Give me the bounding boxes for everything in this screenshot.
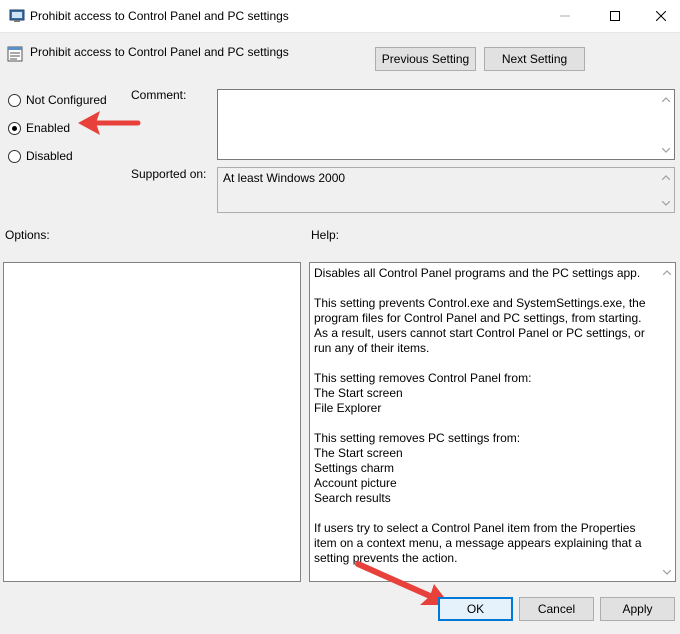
radio-button[interactable] xyxy=(8,93,21,107)
comment-textbox[interactable] xyxy=(217,89,675,160)
radio-label: Disabled xyxy=(26,149,73,163)
comment-scrollbar[interactable] xyxy=(658,90,674,159)
next-setting-button[interactable]: Next Setting xyxy=(484,47,585,71)
options-label: Options: xyxy=(5,228,50,242)
policy-window-icon xyxy=(9,9,25,22)
help-scrollbar[interactable] xyxy=(659,263,675,581)
options-panel[interactable] xyxy=(3,262,301,582)
help-label: Help: xyxy=(311,228,340,242)
help-panel[interactable]: Disables all Control Panel programs and … xyxy=(309,262,676,582)
supported-on-value: At least Windows 2000 xyxy=(223,171,346,185)
supported-scrollbar[interactable] xyxy=(658,168,674,212)
radio-enabled[interactable]: Enabled xyxy=(8,121,70,135)
maximize-icon xyxy=(610,11,620,21)
ok-button[interactable]: OK xyxy=(438,597,513,621)
maximize-button[interactable] xyxy=(592,0,638,32)
scroll-down-icon[interactable] xyxy=(659,564,675,580)
help-text: Disables all Control Panel programs and … xyxy=(314,266,646,565)
cancel-button[interactable]: Cancel xyxy=(519,597,594,621)
minimize-button[interactable] xyxy=(542,0,588,32)
policy-setting-icon xyxy=(7,46,23,62)
radio-not-configured[interactable]: Not Configured xyxy=(8,93,107,107)
scroll-up-icon[interactable] xyxy=(658,91,674,107)
radio-button[interactable] xyxy=(8,149,21,163)
title-bar[interactable]: Prohibit access to Control Panel and PC … xyxy=(0,0,680,33)
radio-disabled[interactable]: Disabled xyxy=(8,149,73,163)
comment-label: Comment: xyxy=(131,88,187,102)
supported-on-field: At least Windows 2000 xyxy=(217,167,675,213)
scroll-up-icon[interactable] xyxy=(659,264,675,280)
previous-setting-button[interactable]: Previous Setting xyxy=(375,47,476,71)
annotation-arrow-icon xyxy=(78,111,141,135)
minimize-icon xyxy=(560,15,570,17)
setting-title: Prohibit access to Control Panel and PC … xyxy=(30,45,289,59)
radio-button[interactable] xyxy=(8,121,21,135)
apply-button[interactable]: Apply xyxy=(600,597,675,621)
scroll-up-icon[interactable] xyxy=(658,169,674,185)
supported-on-label: Supported on: xyxy=(131,167,207,181)
window-title: Prohibit access to Control Panel and PC … xyxy=(30,9,289,23)
radio-label: Not Configured xyxy=(26,93,107,107)
scroll-down-icon[interactable] xyxy=(658,195,674,211)
close-icon xyxy=(656,11,666,21)
radio-label: Enabled xyxy=(26,121,71,135)
close-button[interactable] xyxy=(638,0,680,32)
scroll-down-icon[interactable] xyxy=(658,142,674,158)
